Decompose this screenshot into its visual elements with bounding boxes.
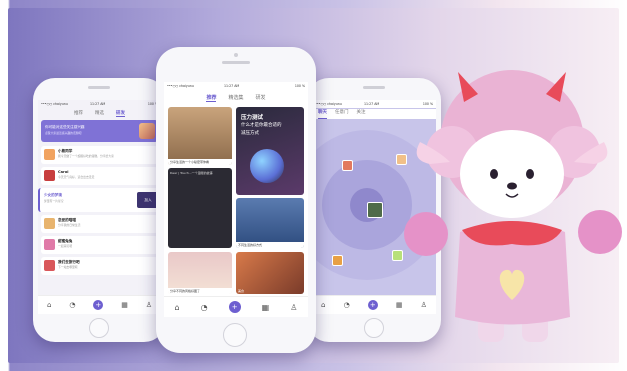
item-name: 少女的梦境	[44, 193, 62, 197]
mascot-eye-left	[490, 169, 498, 179]
tab-recommend[interactable]: 推荐	[206, 94, 217, 102]
promo-stage: •••○○ chaiyunu 11:27 AM 100 % 推荐 精选 研发 你…	[0, 0, 627, 371]
left-phone-speaker	[88, 86, 110, 89]
banner-avatar	[139, 123, 155, 139]
card-caption: 不同生活的好方式	[236, 242, 304, 248]
plus-icon[interactable]: +	[367, 300, 378, 310]
middle-phone: •••○○ chaiyunu 11:27 AM 100 % 推荐 精选集 研发 …	[156, 47, 316, 353]
list-item[interactable]: Carol 今天天气真好，适合出去走走	[41, 167, 158, 185]
tab-dev[interactable]: 研发	[256, 94, 266, 102]
headline-line-2: 什么才是你最合适的	[241, 123, 282, 128]
tab-dev[interactable]: 研发	[116, 110, 125, 117]
grid-icon[interactable]: ▦	[121, 301, 128, 309]
plus-icon[interactable]: +	[228, 301, 241, 313]
recommend-banner[interactable]: 你可能对这些关注感兴趣 点赞大家最近感兴趣的话题吧	[41, 120, 158, 142]
mascot-illustration	[404, 70, 622, 342]
card-caption: 分享生活的一个小秘密带你看	[168, 159, 232, 165]
status-bar: •••○○ chaiyunu 11:27 AM 100 %	[38, 100, 161, 108]
feed-card[interactable]: 分享不同的风格好图了	[168, 252, 232, 294]
plus-icon[interactable]: +	[93, 300, 104, 310]
avatar	[44, 260, 55, 271]
status-bar: •••○○ chaiyunu 11:27 AM 100 %	[164, 82, 308, 90]
user-list: 小熊同学 我今天做了一个超级好吃的蛋糕，分享给大家 Carol 今天天气真好，适…	[38, 146, 161, 296]
tab-featured[interactable]: 精选	[95, 110, 104, 117]
list-item[interactable]: 恋爱的喵喵 分享我的日常生活	[41, 215, 158, 233]
carrier-text: •••○○ chaiyunu	[167, 84, 194, 88]
left-phone: •••○○ chaiyunu 11:27 AM 100 % 推荐 精选 研发 你…	[33, 78, 166, 342]
list-item[interactable]: 我们去旅行吧 下一站去哪里呢	[41, 257, 158, 275]
feed-card[interactable]: Dear | Touch...一个温暖的故事	[168, 168, 232, 248]
avatar	[44, 239, 55, 250]
profile-icon[interactable]: ♙	[290, 303, 297, 312]
time-text: 11:27 AM	[364, 102, 380, 106]
mascot-hand-right	[578, 210, 622, 254]
item-text: 下一站去哪里呢	[58, 265, 78, 269]
bubble-graphic	[250, 149, 284, 183]
list-item[interactable]: 甜蜜兔兔 一起来玩吧	[41, 236, 158, 254]
user-pin-center[interactable]	[367, 202, 383, 218]
grid-icon[interactable]: ▦	[262, 303, 270, 312]
mascot-eye-right	[526, 169, 534, 179]
middle-phone-speaker	[222, 61, 250, 64]
carrier-text: •••○○ chaiyunu	[315, 102, 342, 106]
feed-card[interactable]: 不同生活的好方式	[236, 198, 304, 248]
headline-line-3: 减压方式	[241, 131, 259, 136]
list-item[interactable]: 小熊同学 我今天做了一个超级好吃的蛋糕，分享给大家	[41, 146, 158, 164]
left-phone-screen: •••○○ chaiyunu 11:27 AM 100 % 推荐 精选 研发 你…	[38, 100, 161, 314]
tab-recommend[interactable]: 推荐	[74, 110, 83, 117]
mascot-collar	[462, 221, 562, 246]
item-text: 我今天做了一个超级好吃的蛋糕，分享给大家	[58, 154, 114, 158]
home-icon[interactable]: ⌂	[175, 303, 180, 312]
mascot-hand-left	[404, 212, 448, 256]
item-text: 一起来玩吧	[58, 244, 72, 248]
bottom-nav: ⌂ ◔ + ▦ ♙	[164, 296, 308, 317]
discover-icon[interactable]: ◔	[69, 301, 75, 309]
user-pin[interactable]	[332, 255, 343, 266]
feed-card-headline[interactable]: 压力测试 什么才是你最合适的 减压方式	[236, 107, 304, 195]
headline-line-1: 压力测试	[241, 115, 264, 121]
home-button	[223, 323, 247, 347]
time-text: 11:27 AM	[224, 84, 240, 88]
carrier-text: •••○○ chaiyunu	[41, 102, 68, 106]
card-caption: 美食	[238, 289, 245, 293]
profile-icon[interactable]: ♙	[146, 301, 152, 309]
mascot-nose	[507, 182, 517, 190]
home-button	[364, 318, 384, 338]
home-icon[interactable]: ⌂	[47, 301, 51, 309]
front-camera	[234, 53, 238, 57]
home-icon[interactable]: ⌂	[321, 301, 325, 309]
list-item-highlighted[interactable]: 少女的梦境 梦里有一片星空 加入	[38, 188, 161, 212]
battery-text: 100 %	[294, 84, 305, 88]
item-text: 今天天气真好，适合出去走走	[58, 175, 95, 179]
banner-title: 你可能对这些关注感兴趣	[45, 125, 85, 129]
left-tabs: 推荐 精选 研发	[38, 110, 161, 117]
time-text: 11:27 AM	[90, 102, 106, 106]
mascot-face	[460, 130, 564, 218]
tab-featured[interactable]: 精选集	[228, 94, 243, 102]
right-phone-speaker	[363, 86, 385, 89]
item-name: Carol	[58, 170, 69, 174]
feed-card[interactable]: 美食	[236, 252, 304, 294]
feed-card[interactable]: 分享生活的一个小秘密带你看	[168, 107, 232, 165]
tab-door[interactable]: 任意门	[335, 109, 349, 119]
tab-follow[interactable]: 关注	[357, 109, 366, 119]
card-caption: 分享不同的风格好图了	[168, 288, 232, 294]
avatar	[44, 170, 55, 181]
tab-chat[interactable]: 聊天	[318, 109, 327, 119]
middle-tabs: 推荐 精选集 研发	[164, 94, 308, 102]
user-pin[interactable]	[342, 160, 353, 171]
avatar	[44, 149, 55, 160]
avatar	[44, 218, 55, 229]
bottom-nav: ⌂ ◔ + ▦ ♙	[38, 295, 161, 314]
item-text: 梦里有一片星空	[44, 199, 64, 203]
card-caption: Dear | Touch...一个温暖的故事	[170, 171, 213, 175]
middle-phone-screen: •••○○ chaiyunu 11:27 AM 100 % 推荐 精选集 研发 …	[164, 82, 308, 317]
banner-subtitle: 点赞大家最近感兴趣的话题吧	[45, 131, 82, 135]
discover-icon[interactable]: ◔	[201, 303, 208, 312]
discover-icon[interactable]: ◔	[344, 301, 350, 309]
item-text: 分享我的日常生活	[58, 223, 81, 227]
home-button	[89, 318, 109, 338]
